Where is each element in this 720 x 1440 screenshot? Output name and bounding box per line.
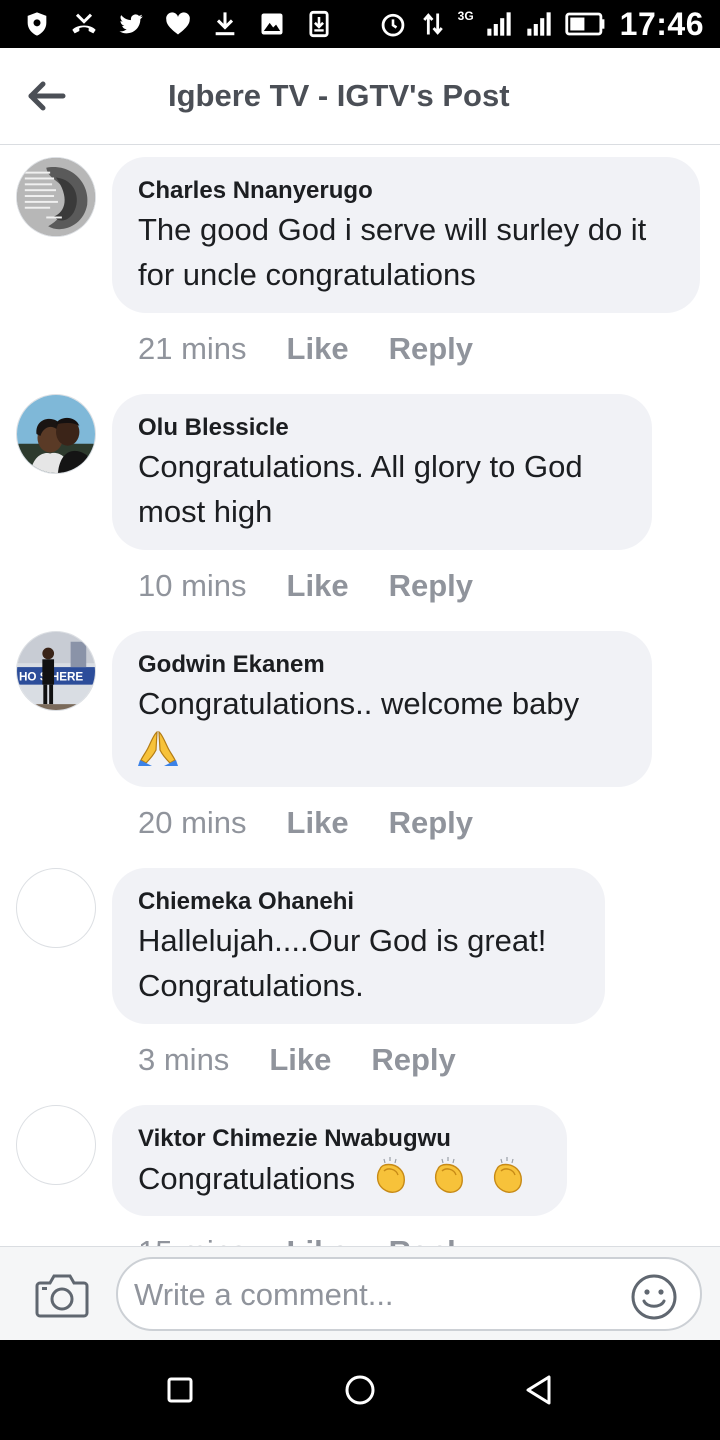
back-button[interactable] [26,76,68,116]
recents-square-icon [167,1377,193,1403]
clapping-hands-icon [372,1155,412,1207]
heart-icon [163,9,193,39]
like-button[interactable]: Like [287,1234,349,1246]
reply-button[interactable]: Reply [389,568,473,604]
back-nav-button[interactable] [518,1368,562,1412]
comment-bubble[interactable]: Olu Blessicle Congratulations. All glory… [112,394,652,550]
reply-button[interactable]: Reply [389,1234,473,1246]
avatar[interactable] [16,394,96,474]
comment-text: The good God i serve will surley do it f… [138,212,647,292]
status-time: 17:46 [619,5,704,42]
reply-button[interactable]: Reply [371,1042,455,1078]
comment-bubble[interactable]: Godwin Ekanem Congratulations.. welcome … [112,631,652,787]
status-bar: 3G 17:46 [0,0,720,48]
comment-author[interactable]: Olu Blessicle [138,412,626,444]
battery-icon [564,9,606,39]
comment-input-container[interactable] [116,1257,702,1331]
comment-time: 10 mins [138,568,247,603]
signal-icon [484,9,514,39]
home-button[interactable] [338,1368,382,1412]
shield-icon [22,9,52,39]
comment-actions: 10 mins Like Reply [138,566,473,606]
clapping-hands-icon [430,1155,470,1207]
missed-call-icon [69,9,99,39]
camera-icon [35,1274,89,1318]
comment-text-content: Congratulations [138,1161,356,1197]
network-type-label: 3G [457,9,474,23]
comment-list: Charles Nnanyerugo The good God i serve … [0,145,720,1246]
image-icon [257,9,287,39]
download-icon [210,9,240,39]
camera-button[interactable] [34,1271,90,1319]
reply-button[interactable]: Reply [389,331,473,367]
app-header: Igbere TV - IGTV's Post [0,48,720,145]
folded-hands-icon [138,726,178,778]
comment-time: 3 mins [138,1042,230,1077]
home-circle-icon [345,1375,375,1405]
avatar[interactable] [16,868,96,948]
comment-time: 15 mins [138,1234,247,1246]
comment-bubble[interactable]: Charles Nnanyerugo The good God i serve … [112,157,700,313]
system-nav-bar [0,1340,720,1440]
emoji-button[interactable] [630,1273,678,1321]
comment-bubble[interactable]: Chiemeka Ohanehi Hallelujah....Our God i… [112,868,605,1024]
data-transfer-icon [418,9,448,39]
reply-button[interactable]: Reply [389,805,473,841]
avatar[interactable] [16,157,96,237]
clapping-hands-icon [489,1155,529,1207]
arrow-left-icon [28,81,66,111]
smiley-icon [631,1274,677,1320]
comment-bubble[interactable]: Viktor Chimezie Nwabugwu Congratulations [112,1105,567,1216]
comment-actions: 3 mins Like Reply [138,1040,456,1080]
like-button[interactable]: Like [287,805,349,841]
like-button[interactable]: Like [287,568,349,604]
comment-text: Congratulations.. welcome baby [138,681,626,778]
comment-input[interactable] [132,1267,616,1323]
like-button[interactable]: Like [269,1042,331,1078]
comment-text: Hallelujah....Our God is great! Congratu… [138,923,547,1003]
signal-icon [524,9,554,39]
comment-text-content: Congratulations.. welcome baby [138,686,580,721]
comment-author[interactable]: Viktor Chimezie Nwabugwu [138,1123,541,1155]
back-triangle-icon [526,1375,551,1405]
comment-time: 20 mins [138,805,247,840]
status-bar-system: 3G 17:46 [378,5,704,42]
comment-text: Congratulations. All glory to God most h… [138,449,583,529]
comment-actions: 20 mins Like Reply [138,803,473,843]
comment-author[interactable]: Charles Nnanyerugo [138,175,674,207]
twitter-icon [116,9,146,39]
comment-author[interactable]: Chiemeka Ohanehi [138,886,579,918]
comment-time: 21 mins [138,331,247,366]
comment-actions: 21 mins Like Reply [138,329,473,369]
comment-actions: 15 mins Like Reply [138,1232,473,1246]
page-title: Igbere TV - IGTV's Post [168,78,510,113]
download-box-icon [304,9,334,39]
status-bar-notifications [22,8,334,40]
like-button[interactable]: Like [287,331,349,367]
comment-composer [0,1246,720,1341]
avatar[interactable]: HO S HERE [16,631,96,711]
comment-author[interactable]: Godwin Ekanem [138,649,626,681]
alarm-icon [378,9,408,39]
recents-button[interactable] [158,1368,202,1412]
avatar[interactable] [16,1105,96,1185]
comment-text: Congratulations [138,1155,541,1207]
